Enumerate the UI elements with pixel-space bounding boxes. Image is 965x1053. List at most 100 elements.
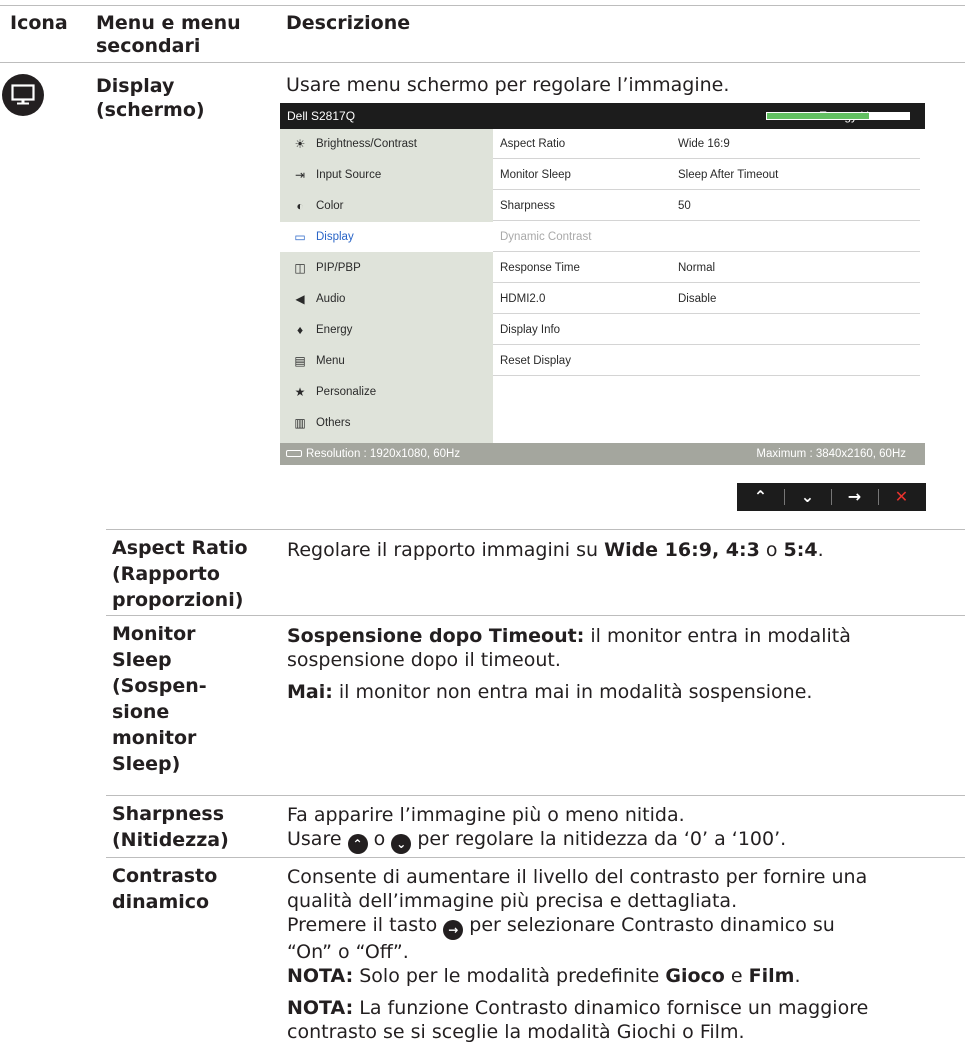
exit-button[interactable]: ✕ xyxy=(878,483,925,511)
osd-item-audio[interactable]: ◀ Audio xyxy=(280,284,493,314)
monitor-icon xyxy=(2,74,44,116)
hdmi-connector-icon xyxy=(286,450,302,457)
desc-line: Premere il tasto → per selezionare Contr… xyxy=(287,913,959,940)
osd-row-key: Display Info xyxy=(500,324,561,336)
osd-item-label: Brightness/Contrast xyxy=(316,138,417,150)
osd-row-key: HDMI2.0 xyxy=(500,293,546,305)
osd-row-reset-display[interactable]: Reset Display xyxy=(493,346,920,376)
speaker-icon: ◀ xyxy=(295,292,305,306)
desc-bold: Gioco xyxy=(665,965,725,987)
osd-row-hdmi20[interactable]: HDMI2.0 Disable xyxy=(493,284,920,314)
term-sharpness: Sharpness (Nitidezza) xyxy=(112,801,229,853)
desc-text: e xyxy=(724,965,749,987)
table-top-rule xyxy=(0,5,965,6)
menu-display-title: Display (schermo) xyxy=(96,74,205,122)
energy-use-fill xyxy=(767,113,870,119)
osd-item-label: Personalize xyxy=(316,386,377,398)
chevron-up-icon: ⌃ xyxy=(347,834,368,854)
osd-row-monitor-sleep[interactable]: Monitor Sleep Sleep After Timeout xyxy=(493,160,920,190)
desc-sharpness: Fa apparire l’immagine più o meno nitida… xyxy=(287,803,959,854)
desc-line: Sospensione dopo Timeout: il monitor ent… xyxy=(287,624,959,648)
osd-item-label: Energy xyxy=(316,324,353,336)
down-arrow-button[interactable]: ⌄ xyxy=(784,483,831,511)
up-arrow-button[interactable]: ⌃ xyxy=(737,483,784,511)
desc-line: contrasto se si sceglie la modalità Gioc… xyxy=(287,1021,745,1043)
desc-text: per regolare la nitidezza da ‘0’ a ‘100’… xyxy=(411,828,787,850)
osd-item-display[interactable]: ▭ Display xyxy=(280,222,493,252)
osd-item-color[interactable]: ◐ Color xyxy=(280,191,493,221)
display-intro: Usare menu schermo per regolare l’immagi… xyxy=(286,74,730,96)
desc-line: qualità dell’immagine più precisa e dett… xyxy=(287,890,738,912)
osd-row-sharpness[interactable]: Sharpness 50 xyxy=(493,191,920,221)
term-line: monitor xyxy=(112,727,197,749)
term-line: Sleep) xyxy=(112,753,181,775)
osd-row-key: Response Time xyxy=(500,262,580,274)
osd-item-menu[interactable]: ▤ Menu xyxy=(280,346,493,376)
osd-navigation-bar: ⌃ ⌄ → ✕ xyxy=(737,483,926,511)
desc-bold: Wide 16:9, 4:3 xyxy=(604,539,760,561)
osd-row-key: Dynamic Contrast xyxy=(500,231,592,243)
desc-bold: Mai: xyxy=(287,681,333,703)
monitor-icon: ▭ xyxy=(294,230,306,244)
osd-item-label: PIP/PBP xyxy=(316,262,361,274)
desc-line: sospensione dopo il timeout. xyxy=(287,649,561,671)
desc-line: Fa apparire l’immagine più o meno nitida… xyxy=(287,804,685,826)
term-line: (Sospen- xyxy=(112,675,207,697)
osd-item-others[interactable]: ▥ Others xyxy=(280,408,493,438)
osd-item-energy[interactable]: ♦ Energy xyxy=(280,315,493,345)
osd-status-bar: Resolution : 1920x1080, 60Hz Maximum : 3… xyxy=(280,443,925,465)
osd-menu-list: ☀ Brightness/Contrast ⇥ Input Source ◐ C… xyxy=(280,129,493,443)
osd-row-aspect-ratio[interactable]: Aspect Ratio Wide 16:9 xyxy=(493,129,920,159)
osd-row-value: Sleep After Timeout xyxy=(678,169,779,181)
term-line: dinamico xyxy=(112,891,210,913)
desc-bold: Film xyxy=(748,965,795,987)
desc-bold: Sospensione dopo Timeout: xyxy=(287,625,585,647)
term-line: (Nitidezza) xyxy=(112,829,229,851)
osd-row-dynamic-contrast: Dynamic Contrast xyxy=(493,222,920,252)
menu-title-line2: (schermo) xyxy=(96,99,205,121)
osd-row-key: Aspect Ratio xyxy=(500,138,566,150)
term-line: Sharpness xyxy=(112,803,225,825)
osd-row-key: Reset Display xyxy=(500,355,571,367)
osd-item-pip-pbp[interactable]: ◫ PIP/PBP xyxy=(280,253,493,283)
osd-title-bar: Dell S2817Q Energy Use xyxy=(280,103,925,129)
desc-bold: NOTA: xyxy=(287,965,354,987)
term-line: Monitor xyxy=(112,623,196,645)
osd-item-brightness-contrast[interactable]: ☀ Brightness/Contrast xyxy=(280,129,493,159)
desc-line: Usare ⌃ o ⌄ per regolare la nitidezza da… xyxy=(287,827,959,854)
osd-item-input-source[interactable]: ⇥ Input Source xyxy=(280,160,493,190)
header-menu-line2: secondari xyxy=(96,35,201,57)
next-arrow-button[interactable]: → xyxy=(831,483,878,511)
desc-line: “On” o “Off”. xyxy=(287,941,409,963)
osd-menu: Dell S2817Q Energy Use ☀ Brightness/Cont… xyxy=(280,103,925,465)
osd-display-settings: Aspect Ratio Wide 16:9 Monitor Sleep Sle… xyxy=(493,129,925,443)
osd-item-personalize[interactable]: ★ Personalize xyxy=(280,377,493,407)
desc-text: Regolare il rapporto immagini su xyxy=(287,539,605,561)
desc-text: Usare xyxy=(287,828,348,850)
desc-text: il monitor non entra mai in modalità sos… xyxy=(332,681,813,703)
term-line: sione xyxy=(112,701,170,723)
desc-dynamic-contrast: Consente di aumentare il livello del con… xyxy=(287,865,959,1044)
term-line: Contrasto xyxy=(112,865,218,887)
desc-bold: NOTA: xyxy=(287,997,354,1019)
arrow-right-icon: → xyxy=(443,920,464,940)
header-description: Descrizione xyxy=(286,12,411,34)
energy-use-bar xyxy=(766,112,910,120)
pip-icon: ◫ xyxy=(294,261,306,275)
chevron-down-icon: ⌄ xyxy=(391,834,412,854)
desc-monitor-sleep: Sospensione dopo Timeout: il monitor ent… xyxy=(287,624,959,704)
osd-max-resolution: Maximum : 3840x2160, 60Hz xyxy=(756,448,906,460)
term-line: proporzioni) xyxy=(112,589,244,611)
osd-item-label: Color xyxy=(316,200,344,212)
osd-row-response-time[interactable]: Response Time Normal xyxy=(493,253,920,283)
desc-line: Mai: il monitor non entra mai in modalit… xyxy=(287,680,959,704)
color-icon: ◐ xyxy=(296,199,304,213)
osd-row-display-info[interactable]: Display Info xyxy=(493,315,920,345)
term-dynamic-contrast: Contrasto dinamico xyxy=(112,863,217,915)
desc-text: per selezionare Contrasto dinamico su xyxy=(463,914,835,936)
header-bottom-rule xyxy=(0,62,965,63)
osd-row-value: 50 xyxy=(678,200,691,212)
desc-text: o xyxy=(759,539,784,561)
desc-text: . xyxy=(794,965,801,987)
osd-row-value: Wide 16:9 xyxy=(678,138,730,150)
